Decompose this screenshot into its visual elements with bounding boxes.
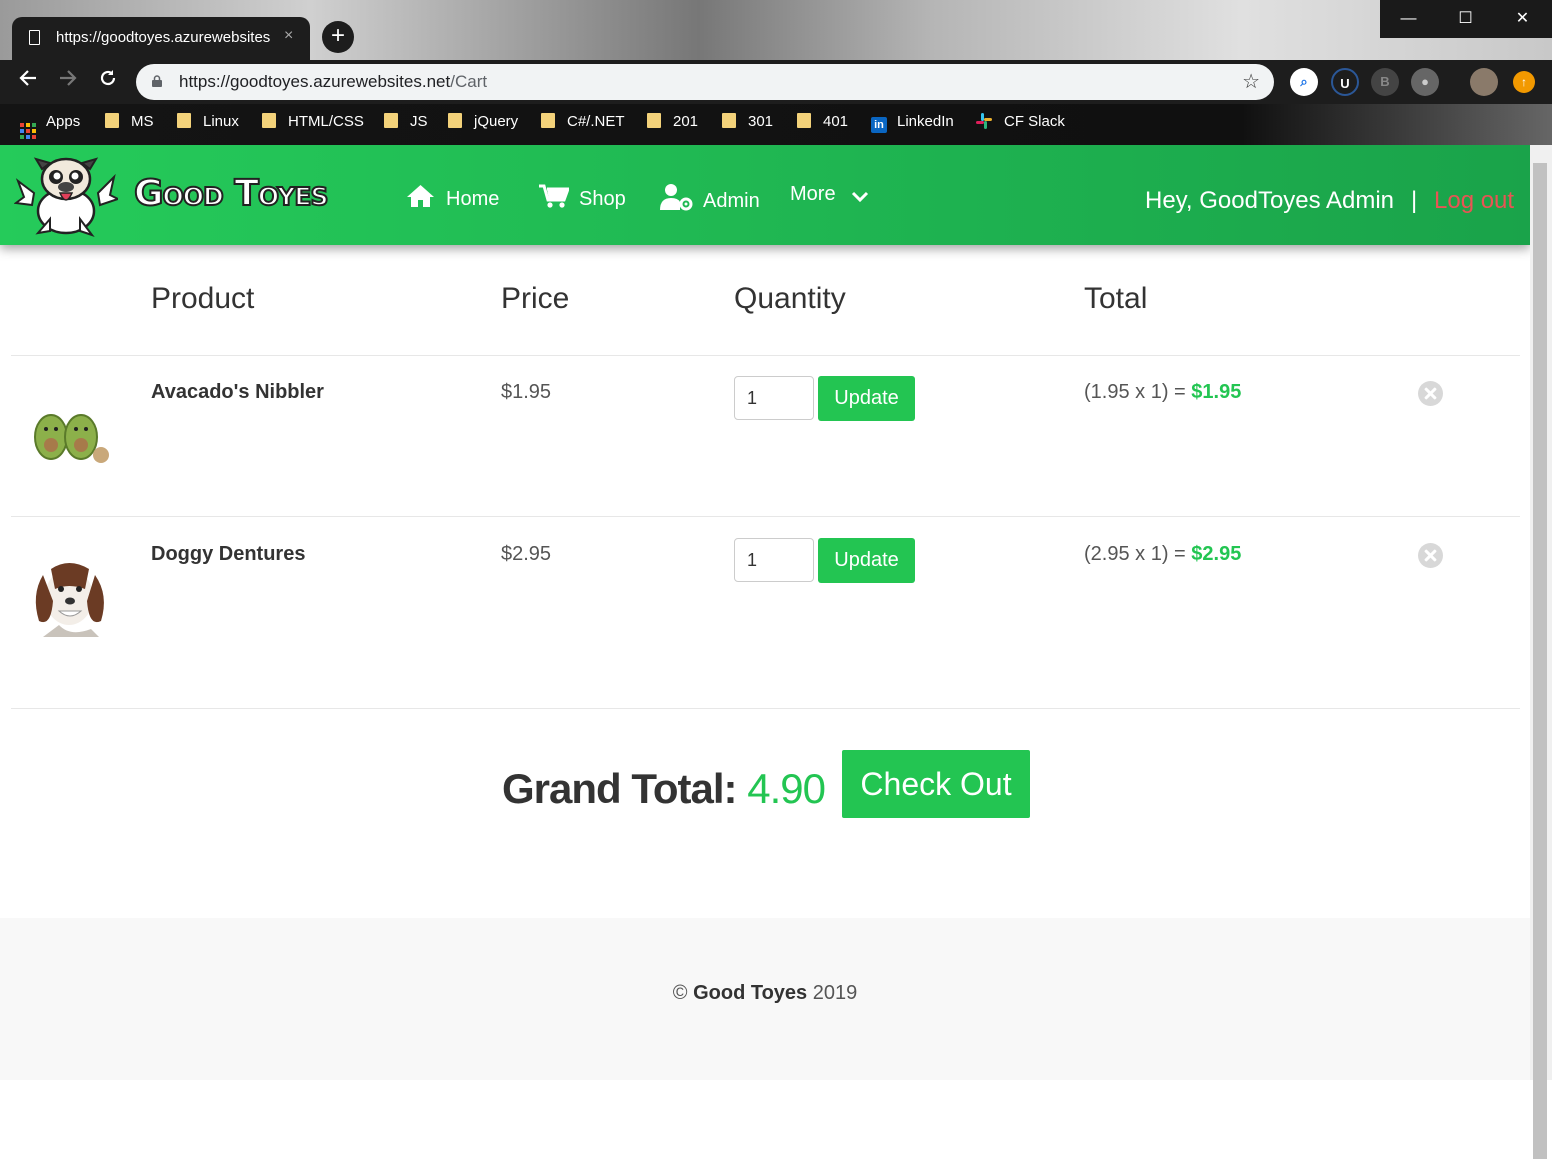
divider	[11, 516, 1520, 517]
logout-link[interactable]: Log out	[1434, 187, 1514, 215]
slack-icon	[976, 113, 992, 129]
folder-icon	[384, 113, 398, 128]
bookmark-folder-301[interactable]: 301	[722, 113, 773, 133]
chevron-down-icon	[852, 191, 869, 203]
update-button[interactable]: Update	[818, 376, 915, 421]
product-price: $1.95	[501, 381, 552, 403]
search-extension-icon[interactable]: ⌕	[1290, 68, 1318, 96]
reload-button[interactable]	[98, 68, 118, 94]
product-image-avocado[interactable]	[29, 397, 111, 479]
profile-avatar[interactable]	[1470, 68, 1498, 96]
header-price: Price	[501, 282, 570, 315]
quantity-input[interactable]	[734, 376, 814, 420]
folder-icon	[647, 113, 661, 128]
remove-item-icon[interactable]	[1418, 543, 1443, 568]
folder-icon	[105, 113, 119, 128]
cart-icon	[539, 184, 571, 208]
folder-icon	[722, 113, 736, 128]
browser-chrome: https://goodtoyes.azurewebsites × + — ☐ …	[0, 0, 1552, 145]
bookmark-folder-js[interactable]: JS	[384, 113, 428, 133]
divider	[11, 355, 1520, 356]
folder-icon	[448, 113, 462, 128]
bookmark-folder-linux[interactable]: Linux	[177, 113, 239, 133]
product-price: $2.95	[501, 543, 552, 565]
product-name[interactable]: Avacado's Nibbler	[151, 381, 324, 404]
user-greeting: Hey, GoodToyes Admin	[1145, 187, 1395, 214]
close-window-button[interactable]: ✕	[1494, 0, 1551, 38]
back-button[interactable]	[18, 68, 38, 94]
window-controls: — ☐ ✕	[1380, 0, 1552, 38]
brand-logo-text[interactable]: Good Toyes	[133, 172, 329, 215]
forward-button[interactable]	[58, 68, 78, 94]
user-cog-icon	[660, 184, 693, 211]
bookmark-folder-csharp[interactable]: C#/.NET	[541, 113, 625, 133]
back-arrow-icon	[19, 70, 36, 86]
extension-icon[interactable]: B	[1371, 68, 1399, 96]
folder-icon	[797, 113, 811, 128]
grand-total: Grand Total: 4.90	[502, 765, 826, 812]
nav-admin-link[interactable]: Admin	[660, 183, 760, 213]
scrollbar-thumb[interactable]	[1533, 163, 1547, 1159]
browser-tab[interactable]: https://goodtoyes.azurewebsites ×	[12, 17, 310, 60]
maximize-button[interactable]: ☐	[1437, 0, 1494, 38]
reload-icon	[100, 70, 116, 86]
header-product: Product	[151, 282, 255, 315]
remove-item-icon[interactable]	[1418, 381, 1443, 406]
tab-close-button[interactable]: ×	[284, 27, 293, 45]
new-tab-button[interactable]: +	[322, 21, 354, 53]
footer-copyright: © Good Toyes 2019	[672, 982, 858, 1004]
folder-icon	[177, 113, 191, 128]
forward-arrow-icon	[60, 70, 77, 86]
update-button[interactable]: Update	[818, 538, 915, 583]
linkedin-icon: in	[871, 117, 887, 133]
minimize-button[interactable]: —	[1380, 0, 1437, 38]
line-total: (1.95 x 1) = $1.95	[1084, 381, 1242, 403]
nav-separator: |	[1411, 187, 1418, 214]
bookmark-apps[interactable]: Apps	[20, 113, 80, 139]
page-icon	[29, 30, 40, 45]
divider	[11, 708, 1520, 709]
site-footer: © Good Toyes 2019	[0, 918, 1530, 1080]
extension-icon[interactable]: ●	[1411, 68, 1439, 96]
lock-icon	[152, 75, 162, 87]
folder-icon	[262, 113, 276, 128]
bookmark-folder-ms[interactable]: MS	[105, 113, 154, 133]
bookmark-folder-401[interactable]: 401	[797, 113, 848, 133]
bookmark-folder-201[interactable]: 201	[647, 113, 698, 133]
page-viewport: Good Toyes Home Shop Admin More Hey, Goo…	[0, 145, 1530, 1080]
nav-more-dropdown[interactable]: More	[790, 183, 869, 206]
address-bar[interactable]: https://goodtoyes.azurewebsites.net/Cart…	[136, 64, 1274, 100]
page-scrollbar[interactable]	[1530, 145, 1552, 1159]
bookmark-star-icon[interactable]: ☆	[1242, 69, 1260, 94]
home-icon	[407, 185, 434, 207]
bookmark-folder-html-css[interactable]: HTML/CSS	[262, 113, 364, 133]
folder-icon	[541, 113, 555, 128]
header-total: Total	[1084, 282, 1148, 315]
tab-title: https://goodtoyes.azurewebsites	[56, 29, 271, 46]
bookmark-cf-slack[interactable]: CF Slack	[976, 113, 1065, 133]
product-name[interactable]: Doggy Dentures	[151, 543, 305, 566]
ublock-extension-icon[interactable]: U	[1331, 68, 1359, 96]
checkout-button[interactable]: Check Out	[842, 750, 1030, 818]
header-quantity: Quantity	[734, 282, 846, 315]
pug-logo[interactable]	[14, 153, 118, 237]
apps-grid-icon	[20, 123, 36, 139]
nav-home-link[interactable]: Home	[405, 183, 499, 211]
product-image-dog[interactable]	[29, 555, 111, 637]
nav-shop-link[interactable]: Shop	[538, 183, 626, 211]
quantity-input[interactable]	[734, 538, 814, 582]
line-total: (2.95 x 1) = $2.95	[1084, 543, 1242, 565]
bookmark-folder-jquery[interactable]: jQuery	[448, 113, 518, 133]
update-icon[interactable]: ↑	[1513, 71, 1535, 93]
bookmark-linkedin[interactable]: in LinkedIn	[871, 113, 954, 133]
site-navbar: Good Toyes Home Shop Admin More Hey, Goo…	[0, 145, 1530, 245]
url-text: https://goodtoyes.azurewebsites.net/Cart	[179, 72, 488, 91]
